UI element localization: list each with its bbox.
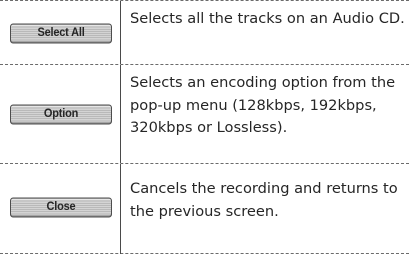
close-description: Cancels the recording and returns to the… (130, 180, 398, 220)
close-button[interactable]: Close (10, 197, 112, 218)
option-button[interactable]: Option (10, 104, 112, 125)
button-description-table: Select All Selects all the tracks on an … (0, 0, 409, 254)
select-all-button[interactable]: Select All (10, 23, 112, 44)
option-description: Selects an encoding option from the pop-… (130, 74, 396, 136)
table-row-close: Close Cancels the recording and returns … (0, 164, 409, 254)
select-all-description: Selects all the tracks on an Audio CD. (130, 10, 405, 27)
button-cell: Option (0, 65, 121, 163)
table-row-select-all: Select All Selects all the tracks on an … (0, 1, 409, 65)
button-cell: Close (0, 164, 121, 254)
button-cell: Select All (0, 1, 121, 64)
table-row-option: Option Selects an encoding option from t… (0, 65, 409, 164)
